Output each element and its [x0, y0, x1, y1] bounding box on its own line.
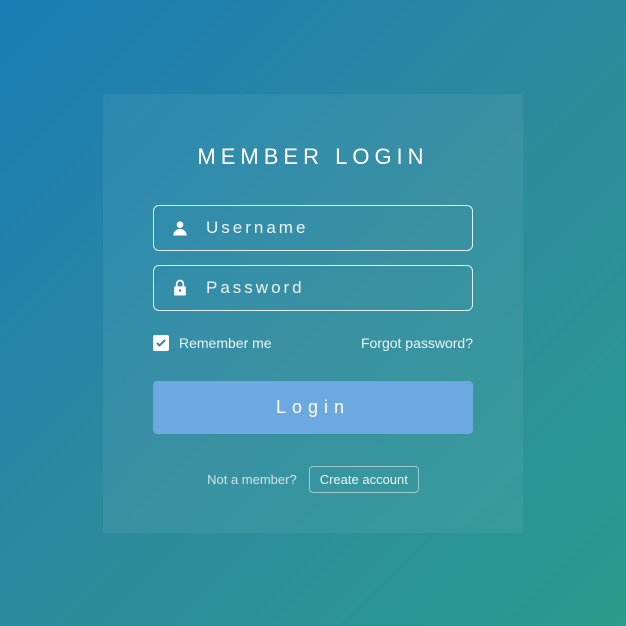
password-group[interactable] [153, 265, 473, 311]
options-row: Remember me Forgot password? [153, 335, 473, 351]
remember-me-label: Remember me [179, 335, 272, 351]
username-group[interactable] [153, 205, 473, 251]
signup-prompt: Not a member? [207, 472, 297, 487]
lock-icon [170, 278, 190, 298]
checkbox-box [153, 335, 169, 351]
page-title: MEMBER LOGIN [153, 144, 473, 170]
login-button[interactable]: Login [153, 381, 473, 434]
login-card: MEMBER LOGIN Remember me [103, 94, 523, 533]
password-input[interactable] [206, 278, 456, 298]
signup-row: Not a member? Create account [153, 466, 473, 493]
create-account-button[interactable]: Create account [309, 466, 419, 493]
remember-me-checkbox[interactable]: Remember me [153, 335, 272, 351]
username-input[interactable] [206, 218, 456, 238]
forgot-password-link[interactable]: Forgot password? [361, 335, 473, 351]
user-icon [170, 218, 190, 238]
